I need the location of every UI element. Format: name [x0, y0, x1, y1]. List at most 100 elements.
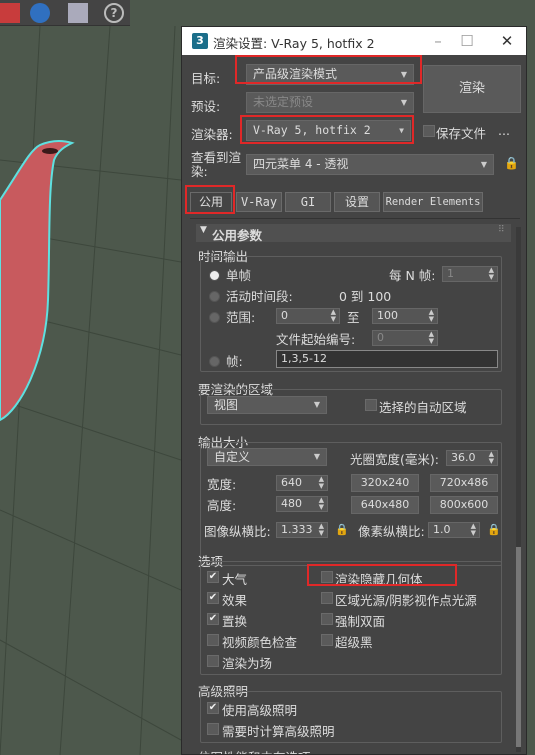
res-720x486-button[interactable]: 720x486 — [430, 474, 498, 492]
renderer-label: 渲染器: — [191, 127, 233, 142]
super-black-label: 超级黑 — [335, 635, 373, 650]
displacement-label: 置换 — [222, 614, 248, 629]
super-black-checkbox[interactable] — [321, 634, 333, 646]
title-bar: 3 渲染设置: V-Ray 5, hotfix 2 – ☐ ✕ — [182, 27, 526, 55]
aperture-spinner[interactable]: 36.0 ▲ ▼ — [446, 450, 498, 466]
range-to-spinner[interactable]: 100 ▲ ▼ — [372, 308, 438, 324]
spinner-arrows-icon: ▲ ▼ — [318, 496, 324, 511]
target-label: 目标: — [191, 71, 221, 86]
res-640x480-button[interactable]: 640x480 — [351, 496, 419, 514]
compute-advanced-lighting-checkbox[interactable] — [207, 723, 219, 735]
res-800x600-button[interactable]: 800x600 — [430, 496, 498, 514]
image-aspect-spinner[interactable]: 1.333 ▲ ▼ — [276, 522, 328, 538]
force-two-sided-checkbox[interactable] — [321, 613, 333, 625]
every-n-label: 每 N 帧: — [389, 268, 436, 283]
range-label: 范围: — [226, 310, 256, 325]
frames-radio[interactable] — [209, 356, 220, 367]
file-browse-button[interactable]: ... — [498, 123, 510, 138]
tab-render-elements[interactable]: Render Elements — [383, 192, 483, 212]
preset-value: 未选定预设 — [253, 95, 314, 109]
video-color-check-checkbox[interactable] — [207, 634, 219, 646]
grip-icon: ⠿ — [498, 225, 505, 235]
teapot-shape — [0, 139, 75, 422]
tab-gi[interactable]: GI — [285, 192, 331, 212]
render-button[interactable]: 渲染 — [423, 65, 521, 113]
preset-label: 预设: — [191, 99, 221, 114]
render-to-fields-checkbox[interactable] — [207, 655, 219, 667]
teapot-icon[interactable] — [0, 3, 20, 23]
active-segment-label: 活动时间段: — [226, 289, 293, 304]
chevron-down-icon: ▼ — [313, 400, 320, 409]
render-to-fields-label: 渲染为场 — [222, 656, 273, 671]
aspect-lock-icon[interactable]: 🔒 — [335, 523, 349, 536]
every-n-spinner[interactable]: 1 ▲ ▼ — [442, 266, 498, 282]
rollout-title: 公用参数 — [212, 228, 263, 243]
maximize-button[interactable]: ☐ — [456, 30, 478, 52]
image-aspect-value: 1.333 — [281, 523, 313, 536]
collapse-icon: ▼ — [200, 225, 207, 235]
highlight-box-target — [235, 55, 422, 84]
use-advanced-lighting-checkbox[interactable]: ✔ — [207, 702, 219, 714]
tab-settings[interactable]: 设置 — [334, 192, 380, 212]
file-start-spinner[interactable]: 0 ▲ ▼ — [372, 330, 438, 346]
size-preset-dropdown[interactable]: 自定义 ▼ — [207, 448, 327, 466]
spinner-arrows-icon: ▲ ▼ — [318, 475, 324, 490]
image-aspect-label: 图像纵横比: — [204, 524, 271, 539]
video-color-check-label: 视频颜色检查 — [222, 635, 298, 650]
main-toolbar: ? — [0, 0, 130, 26]
area-dropdown[interactable]: 视图 ▼ — [207, 396, 327, 414]
area-value: 视图 — [214, 398, 239, 412]
scrollbar-thumb[interactable] — [516, 547, 521, 747]
effects-checkbox[interactable]: ✔ — [207, 592, 219, 604]
view-value: 四元菜单 4 - 透视 — [253, 157, 349, 171]
preset-dropdown[interactable]: 未选定预设 ▼ — [246, 92, 414, 113]
pixel-aspect-spinner[interactable]: 1.0 ▲ ▼ — [428, 522, 480, 538]
range-from-spinner[interactable]: 0 ▲ ▼ — [276, 308, 340, 324]
atmosphere-checkbox[interactable]: ✔ — [207, 571, 219, 583]
height-value: 480 — [281, 497, 302, 510]
active-segment-radio[interactable] — [209, 291, 220, 302]
use-advanced-lighting-label: 使用高级照明 — [222, 703, 298, 718]
file-start-value: 0 — [377, 331, 384, 344]
chevron-down-icon: ▼ — [313, 452, 320, 461]
minimize-button[interactable]: – — [427, 30, 449, 52]
help-icon[interactable]: ? — [104, 3, 124, 23]
render-setup-dialog: 3 渲染设置: V-Ray 5, hotfix 2 – ☐ ✕ 目标: 产品级渲… — [181, 26, 527, 755]
frames-input[interactable]: 1,3,5-12 — [276, 350, 498, 368]
spinner-arrows-icon: ▲ ▼ — [330, 308, 336, 323]
lock-icon[interactable]: 🔒 — [504, 156, 519, 170]
effects-label: 效果 — [222, 593, 248, 608]
height-label: 高度: — [207, 498, 237, 513]
close-button[interactable]: ✕ — [496, 30, 518, 52]
tab-vray[interactable]: V-Ray — [236, 192, 282, 212]
common-panel: ▼ 公用参数 ⠿ 时间输出 单帧 每 N 帧: 1 ▲ ▼ 活动时间段: 0 到 1… — [190, 218, 520, 754]
app-icon: 3 — [192, 33, 208, 49]
displacement-checkbox[interactable]: ✔ — [207, 613, 219, 625]
clipboard-icon[interactable] — [68, 3, 88, 23]
range-radio[interactable] — [209, 312, 220, 323]
highlight-box-renderer — [240, 115, 414, 144]
single-frame-radio[interactable] — [209, 270, 220, 281]
shapes-icon[interactable] — [30, 3, 50, 23]
spinner-arrows-icon: ▲ ▼ — [488, 450, 494, 465]
area-lights-checkbox[interactable] — [321, 592, 333, 604]
panel-scrollbar[interactable] — [516, 227, 521, 752]
range-to-value: 100 — [377, 309, 398, 322]
save-file-checkbox[interactable] — [423, 125, 435, 137]
res-320x240-button[interactable]: 320x240 — [351, 474, 419, 492]
width-spinner[interactable]: 640 ▲ ▼ — [276, 475, 328, 491]
pixel-lock-icon[interactable]: 🔒 — [487, 523, 501, 536]
dialog-title: 渲染设置: V-Ray 5, hotfix 2 — [213, 36, 375, 51]
pixel-aspect-label: 像素纵横比: — [358, 524, 425, 539]
view-dropdown[interactable]: 四元菜单 4 - 透视 ▼ — [246, 154, 494, 175]
rollout-header[interactable]: ▼ 公用参数 ⠿ — [196, 224, 511, 243]
height-spinner[interactable]: 480 ▲ ▼ — [276, 496, 328, 512]
auto-region-label: 选择的自动区域 — [379, 400, 467, 415]
auto-region-checkbox[interactable] — [365, 399, 377, 411]
chevron-down-icon: ▼ — [400, 98, 407, 107]
spinner-arrows-icon: ▲ ▼ — [428, 308, 434, 323]
file-start-label: 文件起始编号: — [276, 332, 356, 347]
size-preset-value: 自定义 — [214, 450, 251, 464]
highlight-box-render-hidden — [307, 564, 457, 586]
aperture-label: 光圈宽度(毫米): — [350, 452, 439, 467]
